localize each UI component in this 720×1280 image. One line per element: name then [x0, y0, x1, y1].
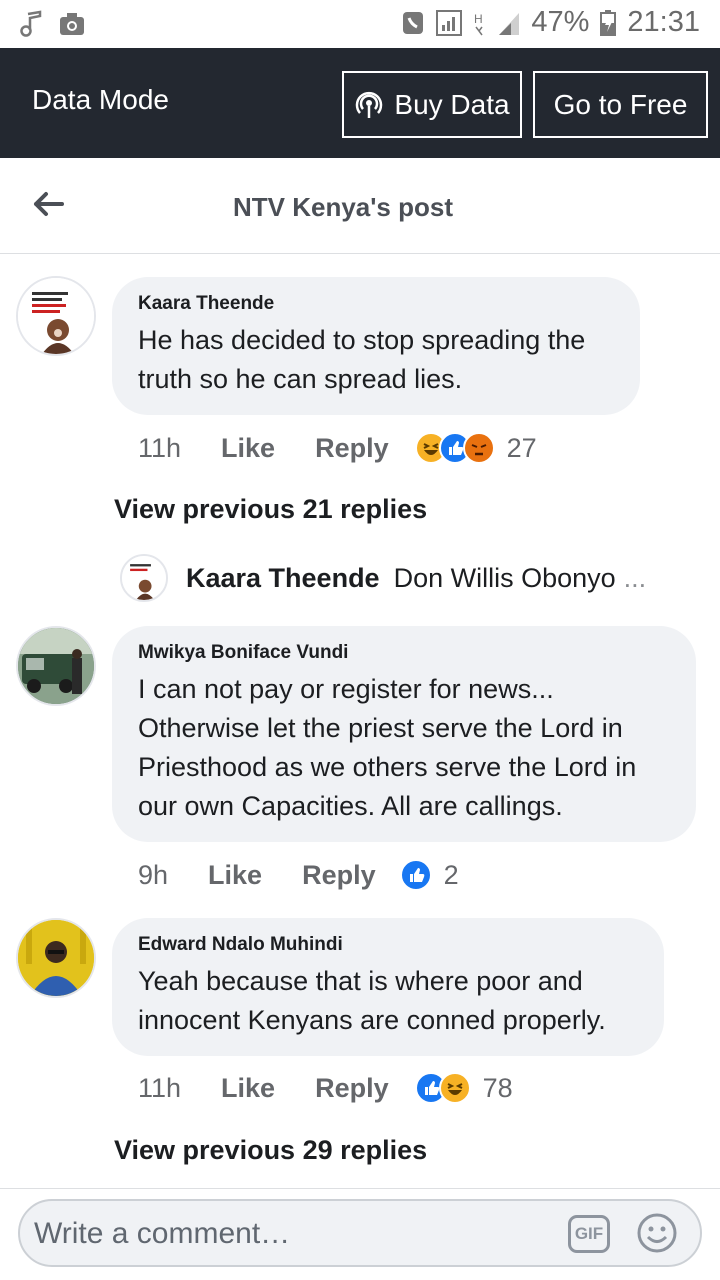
- comment-text: I can not pay or register for news... Ot…: [138, 674, 637, 821]
- like-button[interactable]: Like: [208, 860, 262, 891]
- comment-time: 11h: [138, 1072, 182, 1103]
- comment-author[interactable]: Kaara Theende: [138, 293, 614, 315]
- emoji-icon[interactable]: [636, 1212, 678, 1254]
- camera-icon: [60, 13, 84, 35]
- angry-icon: [462, 432, 495, 464]
- like-button[interactable]: Like: [221, 433, 275, 464]
- comment-actions: 11h Like Reply 78: [138, 1068, 513, 1108]
- view-previous-replies[interactable]: View previous 29 replies: [114, 1135, 427, 1166]
- clock: 21:31: [627, 6, 700, 38]
- comment-bubble: Edward Ndalo Muhindi Yeah because that i…: [112, 918, 664, 1056]
- reply-button[interactable]: Reply: [302, 860, 376, 891]
- battery-percent: 47%: [531, 6, 590, 38]
- view-previous-replies[interactable]: View previous 21 replies: [114, 494, 427, 525]
- comment-actions: 9h Like Reply 2: [138, 855, 459, 895]
- reply-button[interactable]: Reply: [315, 1073, 389, 1104]
- comment-composer-bar: GIF: [0, 1188, 720, 1280]
- phone-icon: [403, 11, 424, 34]
- avatar: [120, 554, 168, 602]
- avatar-image: [18, 920, 94, 996]
- post-header: NTV Kenya's post: [0, 158, 720, 254]
- comment-text: Yeah because that is where poor and inno…: [138, 966, 606, 1035]
- reaction-summary[interactable]: [399, 859, 432, 891]
- signal-box-icon: [436, 9, 463, 36]
- page-title: NTV Kenya's post: [232, 192, 453, 222]
- reaction-count: 27: [506, 432, 537, 463]
- haha-icon: [438, 1072, 471, 1104]
- reply-preview[interactable]: Kaara Theende Don Willis Obonyo ...: [120, 552, 646, 604]
- status-bar: H 47% 21:31: [0, 0, 720, 48]
- comment-bubble: Kaara Theende He has decided to stop spr…: [112, 277, 640, 415]
- avatar[interactable]: [16, 276, 96, 356]
- reaction-summary[interactable]: [414, 432, 495, 464]
- comment-text: He has decided to stop spreading the tru…: [138, 325, 586, 394]
- comment-time: 9h: [138, 859, 169, 890]
- go-to-free-label: Go to Free: [553, 88, 688, 120]
- avatar-image: [122, 556, 166, 600]
- avatar[interactable]: [16, 918, 96, 998]
- comment-composer: GIF: [18, 1199, 702, 1267]
- comment-bubble: Mwikya Boniface Vundi I can not pay or r…: [112, 626, 696, 842]
- avatar-image: [18, 628, 94, 704]
- reaction-count: 2: [443, 859, 459, 890]
- reply-text: Don Willis Obonyo: [393, 562, 616, 593]
- cell-signal-icon: [499, 12, 520, 35]
- go-to-free-button[interactable]: Go to Free: [533, 71, 708, 138]
- buy-data-button[interactable]: Buy Data: [342, 71, 522, 138]
- data-mode-bar: Data Mode Buy Data Go to Free: [0, 48, 720, 158]
- reply-ellipsis: ...: [623, 562, 647, 593]
- reply-author[interactable]: Kaara Theende: [186, 563, 380, 594]
- reaction-count: 78: [482, 1072, 513, 1103]
- comment-actions: 11h Like Reply 27: [138, 428, 537, 468]
- svg-text:H: H: [474, 12, 483, 26]
- like-button[interactable]: Like: [221, 1073, 275, 1104]
- comment-time: 11h: [138, 432, 182, 463]
- avatar[interactable]: [16, 626, 96, 706]
- gif-button[interactable]: GIF: [568, 1215, 610, 1253]
- buy-data-label: Buy Data: [394, 88, 510, 120]
- reply-button[interactable]: Reply: [315, 433, 389, 464]
- data-mode-label: Data Mode: [32, 84, 169, 115]
- battery-icon: [600, 9, 617, 36]
- music-note-icon: [20, 10, 42, 37]
- comment-author[interactable]: Edward Ndalo Muhindi: [138, 934, 638, 956]
- comment-input[interactable]: [34, 1209, 554, 1259]
- reaction-summary[interactable]: [414, 1072, 471, 1104]
- avatar-image: [18, 278, 94, 354]
- like-icon: [399, 859, 432, 891]
- broadcast-icon: [356, 91, 383, 118]
- network-type-icon: H: [474, 12, 483, 35]
- comment-author[interactable]: Mwikya Boniface Vundi: [138, 642, 670, 664]
